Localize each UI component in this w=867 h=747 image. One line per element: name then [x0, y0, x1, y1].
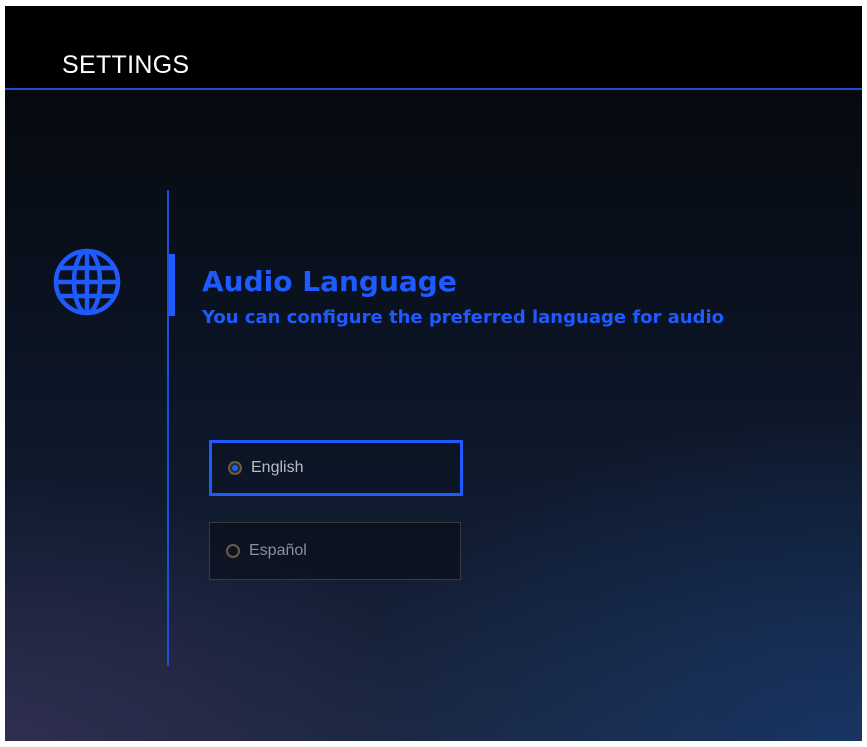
page-title: SETTINGS — [62, 51, 190, 79]
section-description: You can configure the preferred language… — [202, 307, 725, 328]
settings-screen: SETTINGS Audio Language You can configur… — [5, 6, 862, 741]
language-option-english[interactable]: English — [209, 440, 463, 496]
language-option-label: Español — [249, 542, 307, 559]
active-section-marker — [169, 254, 175, 316]
language-option-label: English — [251, 459, 304, 476]
globe-icon — [53, 248, 121, 316]
top-bar: SETTINGS — [5, 6, 862, 90]
language-option-espanol[interactable]: Español — [209, 522, 461, 580]
radio-selected-icon[interactable] — [228, 461, 242, 475]
radio-unselected-icon[interactable] — [226, 544, 240, 558]
section-title: Audio Language — [202, 265, 457, 298]
